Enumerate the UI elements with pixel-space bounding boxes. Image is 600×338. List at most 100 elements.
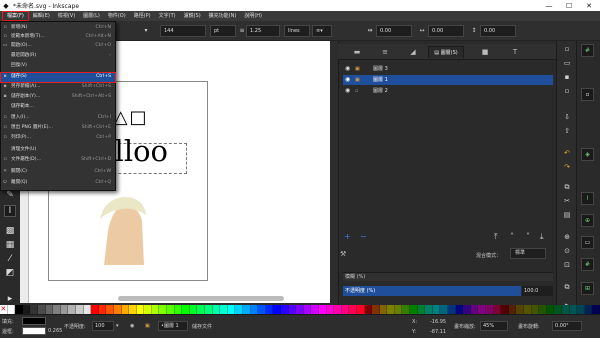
lock-icon[interactable]: ▣ [355,64,360,74]
color-swatch[interactable] [493,305,502,314]
new-file-icon[interactable]: ▫ [562,44,572,54]
no-paint-swatch[interactable]: ✕ [0,305,8,314]
maximize-button[interactable]: ☐ [560,0,578,11]
snap-path-icon[interactable]: ⌇ [581,192,594,205]
unlock-icon[interactable]: ▫ [355,86,358,96]
color-swatch[interactable] [121,305,130,314]
opacity-slider[interactable]: 不透明度 (%) [343,286,521,296]
color-swatch[interactable] [318,305,327,314]
zoom-field[interactable]: 45% [480,321,508,331]
menu-file[interactable]: 檔案(F) [2,11,29,21]
symbols-icon[interactable]: ■ [472,46,498,58]
snap-grid-icon[interactable]: # [581,258,594,271]
remove-layer-icon[interactable]: − [360,232,367,241]
print-file-icon[interactable]: ▫ [562,86,572,96]
color-swatch[interactable] [7,305,16,314]
menu-item-save-copy[interactable]: ▪ 儲存副本(Y)... Shift+Ctrl+Alt+S [1,93,115,102]
blend-mode-select[interactable]: 標準 [510,248,546,259]
menu-item-revert[interactable]: 回復(V) [1,62,115,71]
paint-bucket-icon[interactable]: ◩ [4,267,16,279]
color-swatch[interactable] [486,305,494,314]
color-swatch[interactable] [501,305,509,314]
color-swatch[interactable] [151,305,160,314]
horizontal-scrollbar[interactable] [118,296,284,301]
zoom-drawing-icon[interactable]: ⊙ [562,246,572,256]
color-swatch[interactable] [531,305,540,314]
wrench-icon[interactable]: ⚒ [340,250,346,258]
color-swatch[interactable] [197,305,206,314]
color-swatch[interactable] [227,305,236,314]
current-layer-select[interactable]: •圖層 1 [158,321,188,331]
color-swatch[interactable] [554,305,562,314]
visibility-eye-icon[interactable]: ◉ [130,323,134,329]
color-swatch[interactable] [189,305,198,314]
visibility-eye-icon[interactable]: ◉ [345,86,350,96]
align-icon[interactable]: ≡ [372,46,398,58]
color-swatch[interactable] [394,305,403,314]
menu-item-save[interactable]: ▪ 儲存(S) Ctrl+S [0,72,116,83]
menu-item-quit[interactable]: ⏻ 離開(Q) Ctrl+Q [1,179,115,188]
color-swatch[interactable] [113,305,122,314]
zoom-page-icon[interactable]: ⊡ [562,260,572,270]
menu-object[interactable]: 物件(O) [104,11,130,21]
color-swatch[interactable] [410,305,418,314]
paste-icon[interactable]: ▤ [562,210,572,220]
color-swatch[interactable] [523,305,532,314]
color-swatch[interactable] [432,305,441,314]
color-swatch[interactable] [577,305,585,314]
menu-view[interactable]: 檢視(V) [54,11,79,21]
color-swatch[interactable] [273,305,281,314]
unit-select[interactable]: pt [210,25,236,37]
export-file-icon[interactable]: ⇧ [562,126,572,136]
color-swatch[interactable] [83,305,92,314]
layer-row[interactable]: ◉ ▣ 圖層 3 [343,64,553,74]
line-spacing-field[interactable]: 1.25 [246,25,280,37]
import-file-icon[interactable]: ⇩ [562,112,572,122]
color-swatch[interactable] [334,305,342,314]
kerning-field[interactable]: 0.00 [480,25,516,37]
mesh-tool-icon[interactable]: ▦ [4,239,16,251]
color-swatch[interactable] [265,305,274,314]
opacity-field[interactable]: 100 [92,321,114,331]
color-swatch[interactable] [235,305,243,314]
color-swatch[interactable] [167,305,175,314]
color-swatch[interactable] [106,305,114,314]
color-swatch[interactable] [569,305,578,314]
color-swatch[interactable] [129,305,137,314]
tab-layers[interactable]: ▤ 圖層(S) [428,46,464,58]
color-swatch[interactable] [53,305,61,314]
color-swatch[interactable] [425,305,433,314]
undo-icon[interactable]: ↶ [562,148,572,158]
color-swatch[interactable] [144,305,152,314]
snap-center-icon[interactable]: ⊕ [581,214,594,227]
alignment-select[interactable]: ≡▾ [312,25,332,37]
add-layer-icon[interactable]: + [344,232,351,241]
word-spacing-field[interactable]: 0.00 [428,25,464,37]
color-swatch[interactable] [372,305,380,314]
menu-item-new-from-template[interactable]: ▫ 從範本新增(T)... Ctrl+Alt+N [1,33,115,42]
color-swatch[interactable] [288,305,297,314]
color-swatch[interactable] [470,305,479,314]
color-swatch[interactable] [205,305,213,314]
layer-up-icon[interactable]: ˄ [510,232,514,241]
save-file-icon[interactable]: ▪ [562,72,572,82]
letter-spacing-field[interactable]: 0.00 [376,25,412,37]
gradient-tool-icon[interactable]: ▩ [4,225,16,237]
copy-icon[interactable]: ⧉ [562,182,572,192]
redo-icon[interactable]: ↷ [562,162,572,172]
dropper-tool-icon[interactable]: ⁄ [4,253,16,265]
menu-edit[interactable]: 編輯(E) [29,11,54,21]
snap-toggle-icon[interactable]: # [581,44,594,57]
color-swatch[interactable] [448,305,456,314]
menu-item-save-template[interactable]: 儲存範本... [1,103,115,112]
opacity-value-field[interactable]: 100.0 [522,286,553,296]
color-swatch[interactable] [539,305,547,314]
layer-row-selected[interactable]: ◉ ▣ 圖層 1 [343,75,553,85]
color-swatch[interactable] [15,305,23,314]
xml-icon[interactable]: ◢ [400,46,426,58]
menu-text[interactable]: 文字(T) [155,11,180,21]
color-swatch[interactable] [364,305,373,314]
menu-help[interactable]: 說明(H) [240,11,266,21]
color-swatch[interactable] [356,305,365,314]
color-swatch[interactable] [455,305,464,314]
